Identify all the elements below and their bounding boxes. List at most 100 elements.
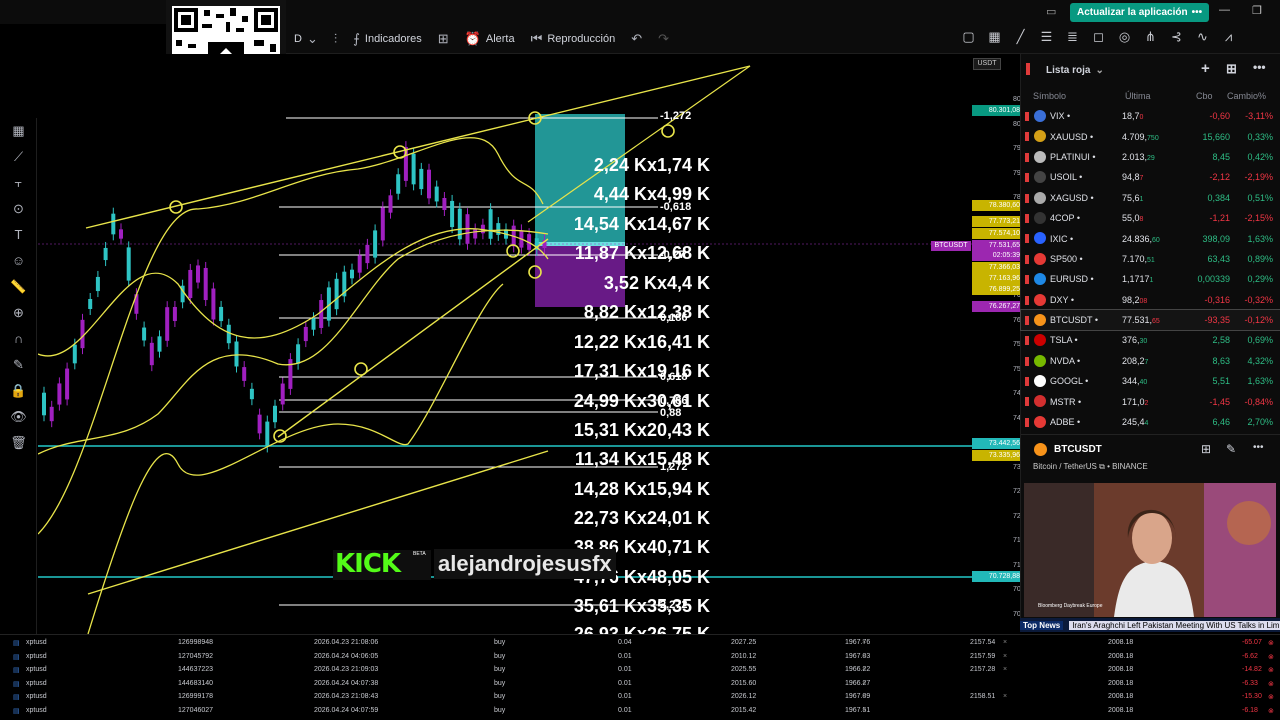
indicators-button[interactable]: ⨍ Indicadores [345,31,430,47]
minimize-icon[interactable]: — [1219,4,1230,16]
watchlist-row[interactable]: NVDA • 208,27 8,63 4,32% [1021,351,1280,371]
watchlist-row[interactable]: EURUSD • 1,17171 0,00339 0,29% [1021,269,1280,289]
watchlist-row[interactable]: GOOGL • 344,40 5,51 1,63% [1021,371,1280,391]
magnet-icon[interactable]: ∩ [0,326,37,352]
close-order-icon[interactable]: ⊗ [1268,653,1274,661]
zigzag-icon[interactable]: ⩘ [1220,28,1237,46]
close-icon[interactable]: × [862,693,866,700]
pattern-tool-icon[interactable]: ⊙ [0,196,37,222]
news-ticker[interactable]: Top News Iran's Araghchi Left Pakistan M… [1020,618,1280,632]
hlines-icon[interactable]: ☰ [1038,28,1055,46]
fork-icon[interactable]: ⋔ [1142,28,1159,46]
watchlist-row[interactable]: PLATINUI • 2.013,29 8,45 0,42% [1021,147,1280,167]
order-row[interactable]: ▤ xptusd 144637223 2026.04.23 21:09:03 buy 0.… [0,663,1280,677]
watchlist-row[interactable]: MSTR • 171,02 -1,45 -0,84% [1021,391,1280,411]
row-symbol: ADBE • [1050,417,1081,428]
rect-icon[interactable]: ◻ [1090,28,1107,46]
brush-icon[interactable]: ✎ [0,352,37,378]
col-last[interactable]: Última [1125,91,1151,101]
update-app-button[interactable]: Actualizar la aplicación ••• [1070,3,1210,22]
close-icon[interactable]: × [1003,693,1007,700]
table-icon[interactable]: ⊞ [1226,61,1237,77]
trend-icon[interactable]: ⟋ [0,144,37,170]
pitchfork-icon[interactable]: ⊰ [1168,28,1185,46]
pattern-icon[interactable]: ▦ [986,28,1003,46]
price-tag: 70.728,88 [972,571,1022,582]
close-order-icon[interactable]: ⊗ [1268,693,1274,701]
fullscreen-icon[interactable]: ▢ [960,28,977,46]
red-flag-icon [1025,315,1029,325]
add-icon[interactable]: + [1201,60,1210,77]
close-order-icon[interactable]: ⊗ [1268,666,1274,674]
zoom-icon[interactable]: ⊕ [0,300,37,326]
text-icon[interactable]: T [0,222,37,248]
order-row[interactable]: ▤ xptusd 127045792 2026.04.24 04:06:05 buy 0.… [0,650,1280,664]
watchlist-row[interactable]: BTCUSDT • 77.531,65 -93,35 -0,12% [1020,308,1280,332]
watchlist-row[interactable]: ADBE • 245,44 6,46 2,70% [1021,412,1280,432]
order-tp: 2158.51 [970,693,996,700]
chart-type-button[interactable]: ⫶ [326,31,345,47]
close-order-icon[interactable]: ⊗ [1268,639,1274,647]
watchlist-row[interactable]: VIX • 18,70 -0,60 -3,11% [1021,106,1280,126]
bitcoin-icon [1034,443,1047,456]
col-change[interactable]: Cbo [1196,91,1213,101]
watchlist-title[interactable]: Lista roja [1046,65,1090,76]
watchlist-row[interactable]: 4COP • 55,08 -1,21 -2,15% [1021,208,1280,228]
close-icon[interactable]: × [1003,653,1007,660]
watchlist-row[interactable]: SP500 • 7.170,51 63,43 0,89% [1021,249,1280,269]
timeframe-dropdown[interactable]: D ⌄ [286,31,326,47]
news-headline[interactable]: Iran's Araghchi Left Pakistan Meeting Wi… [1069,620,1280,630]
col-change-pct[interactable]: Cambio% [1227,91,1266,101]
col-symbol[interactable]: Símbolo [1033,91,1066,101]
layouts-button[interactable]: ⊞ [430,31,457,47]
order-row[interactable]: ▤ xptusd 144683140 2026.04.24 04:07:38 buy 0.… [0,677,1280,691]
fib-icon[interactable]: ≣ [1064,28,1081,46]
replay-button[interactable]: ⏮ Reproducción [523,31,624,47]
external-link-icon[interactable]: ⧉ [1099,462,1105,471]
watchlist-row[interactable]: DXY • 98,208 -0,316 -0,32% [1021,290,1280,310]
redo-button[interactable]: ↷ [650,31,677,47]
watchlist-row[interactable]: XAUUSD • 4.709,750 15,660 0,33% [1021,126,1280,146]
alert-button[interactable]: ⏰ Alerta [457,31,523,47]
wave-icon[interactable]: ∿ [1194,28,1211,46]
window-icon[interactable]: ▭ [1046,5,1056,18]
close-icon[interactable]: × [862,653,866,660]
price-chart[interactable]: -1,272 -0,618 -0,27 0,186 0,618 0,786 0,… [38,54,1022,634]
close-order-icon[interactable]: ⊗ [1268,680,1274,688]
row-change-pct: -0,32% [1244,294,1273,305]
currency-badge[interactable]: USDT [973,58,1001,70]
order-row[interactable]: ▤ xptusd 126998948 2026.04.23 21:08:06 buy 0.… [0,636,1280,650]
trash-icon[interactable]: 🗑 [0,430,37,456]
watchlist-row[interactable]: IXIC • 24.836,60 398,09 1,63% [1021,228,1280,248]
order-vol: 0.01 [618,652,632,660]
chart-canvas[interactable] [38,54,1022,634]
edit-icon[interactable]: ✎ [1226,442,1236,456]
order-row[interactable]: ▤ xptusd 127046027 2026.04.24 04:07:59 buy 0.… [0,704,1280,718]
order-row[interactable]: ▤ xptusd 126999178 2026.04.23 21:08:43 buy 0.… [0,690,1280,704]
fib-tool-icon[interactable]: ⫟ [0,170,37,196]
close-icon[interactable]: × [862,707,866,714]
trendline-icon[interactable]: ╱ [1012,28,1029,46]
close-icon[interactable]: × [862,666,866,673]
close-icon[interactable]: × [862,639,866,646]
emoji-icon[interactable]: ☺ [0,248,37,274]
maximize-icon[interactable]: ❐ [1252,4,1262,17]
close-icon[interactable]: × [862,680,866,687]
lock-icon[interactable]: 🔒 [0,378,37,404]
more-icon[interactable]: ••• [1253,442,1264,453]
eye-icon[interactable]: 👁 [0,404,37,430]
close-icon[interactable]: × [1003,666,1007,673]
chevron-down-icon[interactable]: ⌄ [1095,65,1103,76]
ruler-icon[interactable]: 📏 [0,274,37,300]
close-icon[interactable]: × [1003,639,1007,646]
close-order-icon[interactable]: ⊗ [1268,707,1274,715]
cursor-icon[interactable]: ▦ [0,118,37,144]
volume-label: 11,87 Kx12,68 K [574,243,710,263]
target-icon[interactable]: ◎ [1116,28,1133,46]
watchlist-row[interactable]: XAGUSD • 75,61 0,384 0,51% [1021,188,1280,208]
undo-button[interactable]: ↶ [623,31,650,47]
watchlist-row[interactable]: USOIL • 94,87 -2,12 -2,19% [1021,167,1280,187]
more-icon[interactable]: ••• [1253,60,1266,74]
grid-icon[interactable]: ⊞ [1201,442,1211,456]
watchlist-row[interactable]: TSLA • 376,30 2,58 0,69% [1021,330,1280,350]
